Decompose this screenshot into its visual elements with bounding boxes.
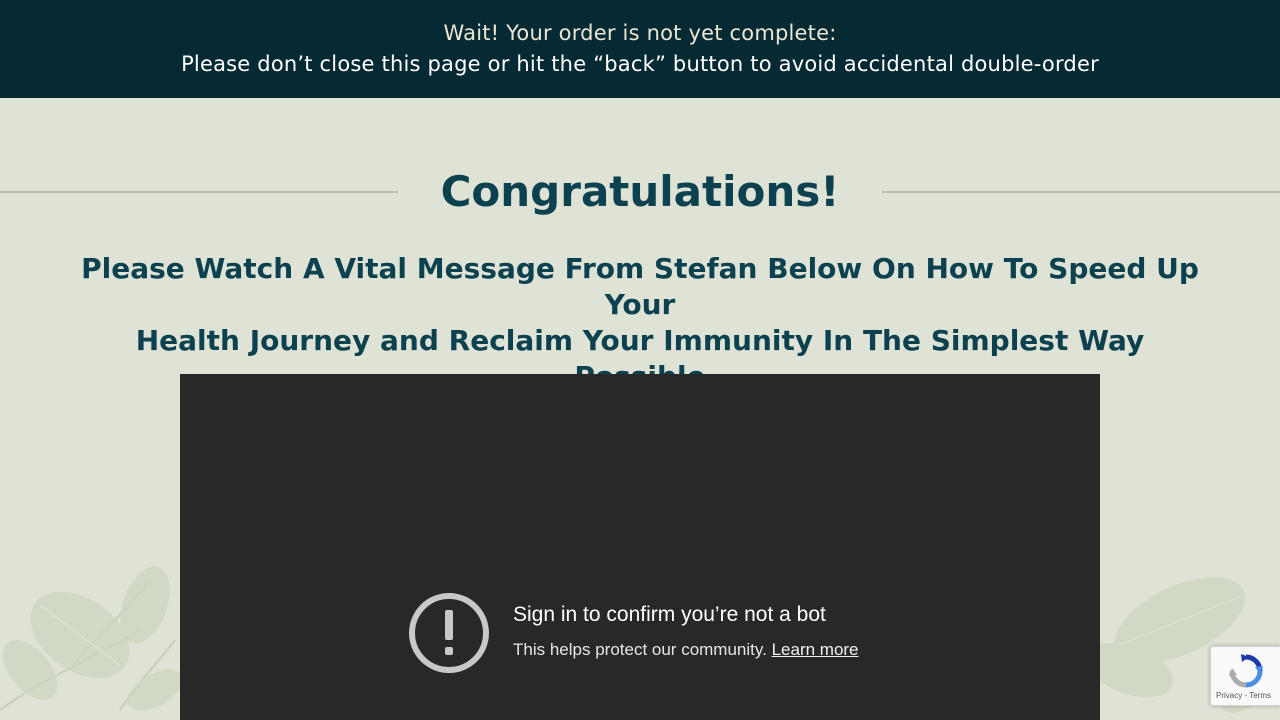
bot-check-message: This helps protect our community. Learn … [513, 638, 859, 662]
terms-link[interactable]: Terms [1249, 691, 1271, 700]
recaptcha-links: Privacy - Terms [1216, 691, 1271, 700]
recaptcha-badge[interactable]: Privacy - Terms [1210, 646, 1280, 706]
privacy-link[interactable]: Privacy [1216, 691, 1242, 700]
order-incomplete-banner: Wait! Your order is not yet complete: Pl… [0, 0, 1280, 98]
recaptcha-logo-icon [1229, 654, 1263, 688]
page-title: Congratulations! [440, 167, 840, 216]
learn-more-link[interactable]: Learn more [772, 640, 859, 659]
bot-check-body: This helps protect our community. [513, 640, 767, 659]
subtitle-line-1: Please Watch A Vital Message From Stefan… [81, 252, 1199, 321]
warning-circle-icon [409, 593, 489, 673]
title-row: Congratulations! [0, 160, 1280, 224]
title-divider-right [882, 191, 1280, 193]
video-player[interactable]: Sign in to confirm you’re not a bot This… [180, 374, 1100, 720]
banner-instruction-text: Please don’t close this page or hit the … [181, 52, 1099, 76]
title-divider-left [0, 191, 398, 193]
bot-check-heading: Sign in to confirm you’re not a bot [513, 603, 826, 626]
banner-warning-text: Wait! Your order is not yet complete: [443, 21, 837, 45]
